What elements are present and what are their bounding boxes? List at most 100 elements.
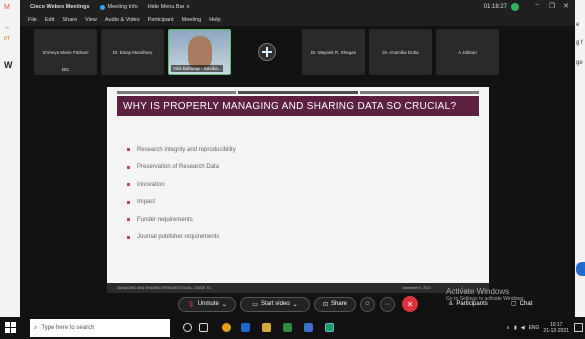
start-video-button[interactable]: ▭ Start video ⌄ [240,296,310,312]
maximize-button[interactable]: ❐ [549,2,555,10]
speaker-name: Vinit Bahurup - Saviba... [171,65,224,72]
start-video-label: Start video [260,301,290,307]
meeting-timer: 01:18:27 [483,4,507,10]
chevron-down-icon: ⌄ [221,301,227,308]
file-explorer-icon[interactable] [262,323,271,332]
slide-bullet: Innovation [127,179,236,190]
browser-left-strip: M ← IIT W [0,0,20,317]
activate-windows-watermark: Activate Windows Go to Settings to activ… [446,287,525,302]
menu-view[interactable]: View [85,17,97,23]
bookmark-label[interactable]: IIT [4,36,10,42]
participant-name: Dr. Mayank R. Shegan [310,49,357,55]
slide-bullet: Journal publisher requirements [127,232,236,243]
system-tray: ∧ ▮ ◀ ENG 10:17 21-12-2021 [506,322,569,334]
participant-tile[interactable]: Dr. Binay Mandhary [101,29,164,75]
meeting-info-label: Meeting Info [107,4,138,10]
unmute-label: Unmute [197,301,219,307]
participant-tile[interactable]: A Jabbari [436,29,499,75]
mic-muted-icon: 🎙 [187,301,195,308]
slide-title: WHY IS PROPERLY MANAGING AND SHARING DAT… [117,96,479,116]
network-icon[interactable]: ▮ [514,325,517,331]
cross-icon [261,47,272,57]
word-icon[interactable] [304,323,313,332]
gmail-icon[interactable]: M [4,4,10,11]
taskbar-search[interactable]: ⌕ Type here to search [30,319,170,337]
menu-edit[interactable]: Edit [45,17,54,23]
right-glyph-1: e [576,22,580,28]
menu-file[interactable]: File [28,17,37,23]
menu-bar: File Edit Share View Audio & Video Parti… [20,14,575,26]
connection-status-icon[interactable] [511,3,519,11]
clock-date: 21-12-2021 [543,328,569,334]
activate-line1: Activate Windows [446,287,510,296]
participant-tile[interactable]: Shreeya Mane Pathare DG [34,29,97,75]
more-options-button[interactable]: ⋯ [380,296,395,312]
participant-name: Shreeya Mane Pathare [42,49,89,55]
cortana-icon[interactable] [183,323,192,332]
title-bar: Cisco Webex Meetings Meeting Info Hide M… [20,0,575,14]
share-button[interactable]: ⊡ Share [314,296,356,312]
slide-bullet: Research integrity and reproducibility [127,144,236,155]
slide-footer-date: December 5, 2021 [402,286,431,290]
participant-sub: DG [62,67,69,72]
windows-taskbar: ⌕ Type here to search ∧ ▮ ◀ ENG 10:17 21-1… [0,317,585,339]
smiley-icon: ☺ [364,301,371,307]
leave-meeting-button[interactable]: ✕ [402,296,418,312]
slide-bullets: Research integrity and reproducibility P… [127,144,236,249]
webex-window: Cisco Webex Meetings Meeting Info Hide M… [20,0,575,317]
slide-bullet: Funder requirements [127,214,236,225]
windows-start-icon[interactable] [5,322,16,333]
participant-name: Dr. Anamika Dutta [382,49,419,55]
right-glyph-2: g f [576,40,583,46]
hide-menu-bar-button[interactable]: Hide Menu Bar ∧ [148,4,190,10]
share-label: Share [331,301,348,307]
close-button[interactable]: ✕ [563,2,569,10]
chevron-up-icon[interactable]: ∧ [506,325,510,331]
language-indicator[interactable]: ENG [529,325,540,331]
reactions-button[interactable]: ☺ [360,296,375,312]
menu-share[interactable]: Share [62,17,77,23]
minimize-button[interactable]: − [535,2,539,9]
participant-name: Dr. Binay Mandhary [112,49,153,55]
share-icon: ⊡ [322,301,328,308]
participant-tile[interactable]: Dr. Mayank R. Shegan [302,29,365,75]
shared-slide: WHY IS PROPERLY MANAGING AND SHARING DAT… [107,87,489,293]
camera-icon: ▭ [252,301,258,308]
participant-tile[interactable]: Dr. Anamika Dutta [369,29,432,75]
activate-line2: Go to Settings to activate Windows. [446,296,525,302]
slide-bullet: Impact [127,197,236,208]
notifications-icon[interactable] [574,323,583,332]
active-speaker-tile[interactable]: Vinit Bahurup - Saviba... [168,29,231,75]
clock[interactable]: 10:17 21-12-2021 [543,322,569,334]
volume-icon[interactable]: ◀ [521,325,525,331]
menu-participant[interactable]: Participant [148,17,174,23]
edge-blue-button[interactable] [576,262,585,276]
slide-bullet: Preservation of Research Data [127,162,236,173]
slide-footer-left: MANAGING AND SHARING RESEARCH DATA - GUI… [117,286,212,290]
speaker-video [187,36,212,68]
search-icon: ⌕ [34,324,38,331]
participant-tile[interactable] [235,29,298,75]
chrome-icon[interactable] [222,323,231,332]
page-letter: W [4,60,13,70]
chevron-down-icon: ⌄ [292,301,298,308]
menu-meeting[interactable]: Meeting [182,17,202,23]
participant-strip: Shreeya Mane Pathare DG Dr. Binay Mandhar… [34,29,574,75]
info-icon [99,4,105,10]
excel-icon[interactable] [283,323,292,332]
close-icon: ✕ [406,299,414,309]
right-glyph-3: ge [576,60,583,66]
app-title: Cisco Webex Meetings [30,4,90,10]
participant-name: A Jabbari [458,49,477,55]
meeting-info-button[interactable]: Meeting Info [99,4,138,10]
task-view-icon[interactable] [199,323,208,332]
logo-avatar [257,43,276,61]
slide-top-bars [117,91,479,94]
unmute-button[interactable]: 🎙 Unmute ⌄ [178,296,236,312]
menu-help[interactable]: Help [209,17,220,23]
back-icon[interactable]: ← [4,24,11,31]
menu-audio-video[interactable]: Audio & Video [105,17,140,23]
store-icon[interactable] [241,323,250,332]
more-icon: ⋯ [384,301,391,308]
webex-taskbar-icon[interactable] [325,323,334,332]
